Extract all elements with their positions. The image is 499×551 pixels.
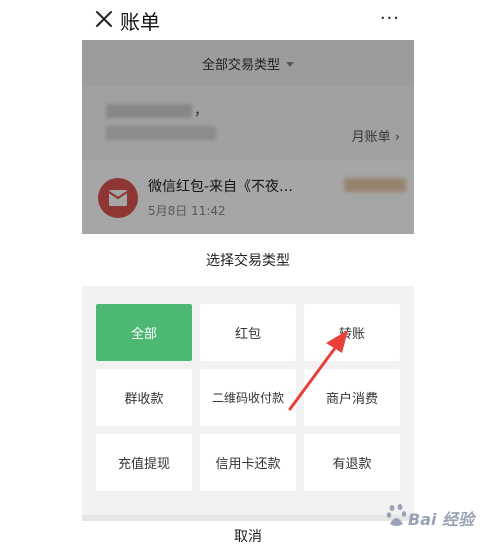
more-menu-button[interactable]: ··· xyxy=(380,8,400,29)
top-bar: 账单 ··· xyxy=(82,0,414,40)
close-button[interactable] xyxy=(92,7,116,31)
option-merchant-spend[interactable]: 商户消费 xyxy=(304,369,400,426)
cancel-button[interactable]: 取消 xyxy=(82,521,414,551)
option-red-packet[interactable]: 红包 xyxy=(200,304,296,361)
phone-screen: 账单 ··· 全部交易类型 ， 月账单 › 微信红包-来自《不夜… 5月8日 1… xyxy=(82,0,414,551)
type-picker-sheet: 选择交易类型 全部 红包 转账 群收款 二维码收付款 商户消费 充值提现 信用卡… xyxy=(82,234,414,551)
option-topup-withdraw[interactable]: 充值提现 xyxy=(96,434,192,491)
close-icon xyxy=(96,11,112,27)
sheet-title: 选择交易类型 xyxy=(82,234,414,286)
paw-logo-icon xyxy=(386,504,407,526)
option-refund[interactable]: 有退款 xyxy=(304,434,400,491)
option-credit-card-repay[interactable]: 信用卡还款 xyxy=(200,434,296,491)
page-title: 账单 xyxy=(120,10,160,34)
option-transfer[interactable]: 转账 xyxy=(304,304,400,361)
baidu-watermark: Bai 经验 xyxy=(386,500,492,532)
option-all[interactable]: 全部 xyxy=(96,304,192,361)
dim-overlay[interactable] xyxy=(82,40,414,234)
type-options-grid: 全部 红包 转账 群收款 二维码收付款 商户消费 充值提现 信用卡还款 有退款 xyxy=(96,304,400,491)
option-qr-payment[interactable]: 二维码收付款 xyxy=(200,369,296,426)
option-group-collect[interactable]: 群收款 xyxy=(96,369,192,426)
watermark-text: Bai 经验 xyxy=(408,510,475,529)
